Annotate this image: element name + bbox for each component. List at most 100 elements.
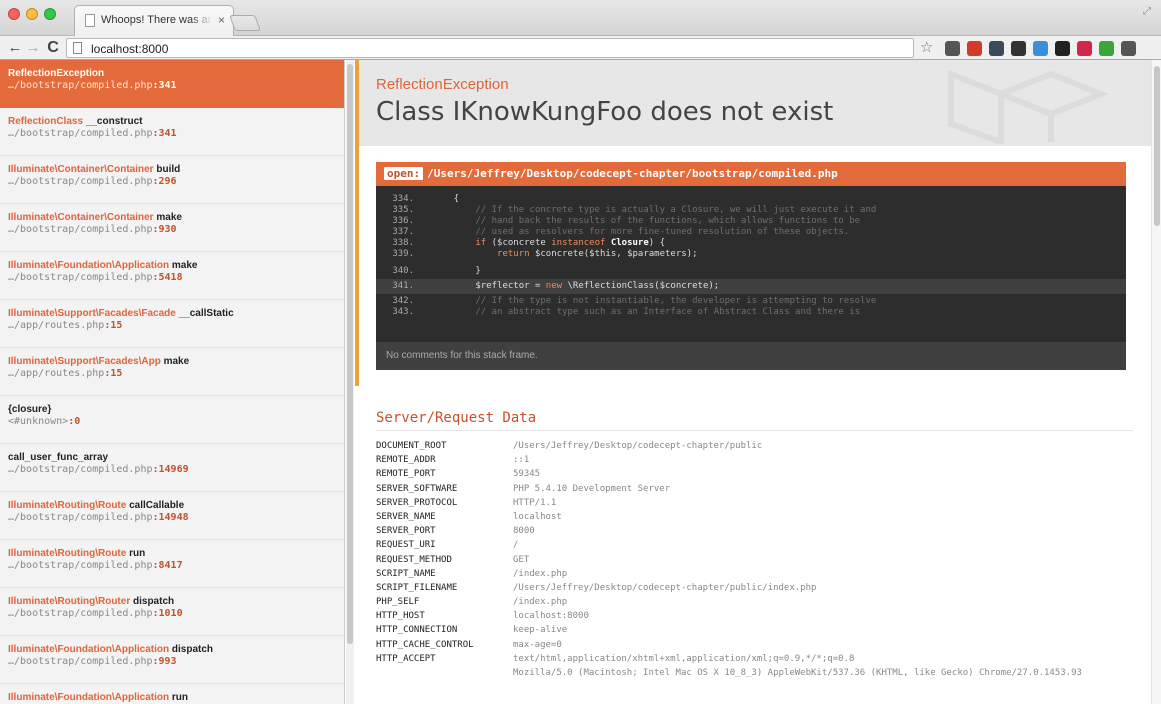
browser-tab[interactable]: Whoops! There was an error. × bbox=[74, 5, 234, 36]
frame-function: run bbox=[171, 692, 188, 703]
frame-function: make bbox=[171, 260, 198, 271]
server-data-value: PHP 5.4.10 Development Server bbox=[513, 483, 671, 494]
frame-class-name: Illuminate\Foundation\Application bbox=[8, 644, 170, 655]
frame-function: dispatch bbox=[133, 596, 175, 607]
server-data-key: SERVER_PROTOCOL bbox=[376, 497, 458, 508]
file-path-bar: open:/Users/Jeffrey/Desktop/codecept-cha… bbox=[376, 162, 1126, 186]
frame-class: Illuminate\Foundation\Application run bbox=[8, 692, 336, 703]
server-data-row: REMOTE_ADDR::1 bbox=[376, 454, 1136, 468]
frame-class-name: Illuminate\Routing\Route bbox=[8, 548, 127, 559]
stack-frame[interactable]: ReflectionClass __construct …/bootstrap/c… bbox=[0, 108, 344, 156]
frame-file-path: …/bootstrap/compiled.php bbox=[8, 224, 153, 235]
screenshot-icon[interactable] bbox=[1033, 41, 1048, 56]
address-bar[interactable]: localhost:8000 bbox=[66, 38, 914, 58]
server-data-value: max-age=0 bbox=[513, 639, 562, 650]
frame-file-path: …/bootstrap/compiled.php bbox=[8, 80, 153, 91]
zoom-window-button[interactable] bbox=[44, 8, 56, 20]
code-lines: 334. { 335. // If the concrete type is a… bbox=[376, 186, 1126, 318]
frame-file-path: …/bootstrap/compiled.php bbox=[8, 128, 153, 139]
server-data-row: SCRIPT_FILENAME/Users/Jeffrey/Desktop/co… bbox=[376, 582, 1136, 596]
frame-class: ReflectionClass __construct bbox=[8, 116, 336, 127]
server-data-value: keep-alive bbox=[513, 625, 568, 636]
server-data-value: HTTP/1.1 bbox=[513, 497, 557, 508]
s-extension-icon[interactable] bbox=[1099, 41, 1114, 56]
stack-frame[interactable]: Illuminate\Support\Facades\Facade __call… bbox=[0, 300, 344, 348]
wrench-icon[interactable] bbox=[945, 41, 960, 56]
close-window-button[interactable] bbox=[8, 8, 20, 20]
url-text[interactable]: localhost:8000 bbox=[91, 42, 168, 56]
exception-header: ReflectionException Class IKnowKungFoo d… bbox=[355, 60, 1151, 146]
frame-line-number: :14969 bbox=[152, 464, 189, 475]
stack-frame[interactable]: ReflectionException …/bootstrap/compiled.… bbox=[0, 60, 344, 108]
stack-scrollbar[interactable] bbox=[346, 60, 354, 704]
forward-button[interactable]: → bbox=[24, 38, 42, 58]
stack-frame[interactable]: {closure} <#unknown>:0 bbox=[0, 396, 344, 444]
stack-frame[interactable]: Illuminate\Foundation\Application dispat… bbox=[0, 636, 344, 684]
exception-class: ReflectionException bbox=[376, 76, 509, 93]
frame-line-number: :15 bbox=[104, 320, 123, 331]
server-data-table: DOCUMENT_ROOT/Users/Jeffrey/Desktop/code… bbox=[376, 440, 1136, 681]
stack-frame[interactable]: Illuminate\Support\Facades\App make …/app… bbox=[0, 348, 344, 396]
frame-class: Illuminate\Routing\Route run bbox=[8, 548, 336, 559]
frame-file: <#unknown>:0 bbox=[8, 416, 336, 427]
stack-frame[interactable]: Illuminate\Routing\Route run …/bootstrap/… bbox=[0, 540, 344, 588]
frame-file: …/bootstrap/compiled.php:14969 bbox=[8, 464, 336, 475]
frame-line-number: :930 bbox=[152, 224, 177, 235]
server-data-value: GET bbox=[513, 554, 530, 565]
server-data-row: SCRIPT_NAME/index.php bbox=[376, 568, 1136, 582]
code-line: 339. return $concrete($this, $parameters… bbox=[392, 249, 698, 259]
stack-frame[interactable]: Illuminate\Container\Container build …/bo… bbox=[0, 156, 344, 204]
exception-message: Class IKnowKungFoo does not exist bbox=[376, 97, 834, 127]
page-scrollbar[interactable] bbox=[1151, 60, 1161, 704]
server-data-key: REQUEST_METHOD bbox=[376, 554, 452, 565]
frame-line-number: :341 bbox=[152, 128, 177, 139]
back-button[interactable]: ← bbox=[6, 38, 24, 58]
code-line: 342. // If the type is not instantiable,… bbox=[392, 296, 877, 306]
frame-class-name: Illuminate\Routing\Route bbox=[8, 500, 127, 511]
frame-line-number: :8417 bbox=[152, 560, 183, 571]
server-data-key: DOCUMENT_ROOT bbox=[376, 441, 447, 451]
stack-frame[interactable]: Illuminate\Foundation\Application run…/p… bbox=[0, 684, 344, 704]
pocket-icon[interactable] bbox=[989, 41, 1004, 56]
server-data-value: localhost bbox=[513, 511, 562, 522]
server-data-key: SCRIPT_FILENAME bbox=[376, 582, 458, 593]
open-file-button[interactable]: open: bbox=[384, 167, 424, 180]
stack-frame[interactable]: Illuminate\Foundation\Application make …/… bbox=[0, 252, 344, 300]
k-extension-icon[interactable] bbox=[967, 41, 982, 56]
red-square-icon[interactable] bbox=[1077, 41, 1092, 56]
server-data-key: HTTP_CONNECTION bbox=[376, 625, 458, 636]
frame-file-path: …/bootstrap/compiled.php bbox=[8, 272, 153, 283]
chrome-icon[interactable] bbox=[1055, 41, 1070, 56]
scrollbar-thumb[interactable] bbox=[1154, 66, 1160, 226]
frame-class-name: Illuminate\Support\Facades\Facade bbox=[8, 308, 176, 319]
frame-file-path: …/app/routes.php bbox=[8, 320, 105, 331]
fullscreen-icon[interactable]: ⤢ bbox=[1143, 6, 1151, 17]
server-data-key: SERVER_SOFTWARE bbox=[376, 483, 458, 494]
frame-comments: No comments for this stack frame. bbox=[376, 342, 1126, 370]
reload-button[interactable]: C bbox=[44, 38, 62, 58]
frame-file-path: …/bootstrap/compiled.php bbox=[8, 608, 153, 619]
bookmark-star-icon[interactable]: ☆ bbox=[920, 38, 933, 56]
file-path: /Users/Jeffrey/Desktop/codecept-chapter/… bbox=[427, 167, 838, 180]
menu-icon[interactable] bbox=[1121, 41, 1136, 56]
close-tab-icon[interactable]: × bbox=[218, 13, 225, 27]
new-tab-button[interactable] bbox=[229, 15, 261, 31]
frame-class-name: Illuminate\Container\Container bbox=[8, 164, 154, 175]
frame-file-path: …/bootstrap/compiled.php bbox=[8, 464, 153, 475]
sync-icon[interactable] bbox=[1011, 41, 1026, 56]
stack-frame[interactable]: call_user_func_array …/bootstrap/compiled… bbox=[0, 444, 344, 492]
stack-frame[interactable]: Illuminate\Container\Container make …/boo… bbox=[0, 204, 344, 252]
server-data-value: Mozilla/5.0 (Macintosh; Intel Mac OS X 1… bbox=[513, 668, 1082, 678]
scrollbar-thumb[interactable] bbox=[347, 64, 353, 644]
stack-frame[interactable]: Illuminate\Routing\Route callCallable …/b… bbox=[0, 492, 344, 540]
minimize-window-button[interactable] bbox=[26, 8, 38, 20]
frame-function: build bbox=[156, 164, 181, 175]
server-data-row: DOCUMENT_ROOT/Users/Jeffrey/Desktop/code… bbox=[376, 440, 1136, 454]
server-data-key: SERVER_NAME bbox=[376, 511, 436, 522]
frame-line-number: :1010 bbox=[152, 608, 183, 619]
code-line: 336. // hand back the results of the fun… bbox=[392, 216, 861, 226]
frame-line-number: :296 bbox=[152, 176, 177, 187]
frame-class: Illuminate\Routing\Router dispatch bbox=[8, 596, 336, 607]
stack-frame[interactable]: Illuminate\Routing\Router dispatch …/boot… bbox=[0, 588, 344, 636]
frame-class-name: Illuminate\Foundation\Application bbox=[8, 260, 170, 271]
